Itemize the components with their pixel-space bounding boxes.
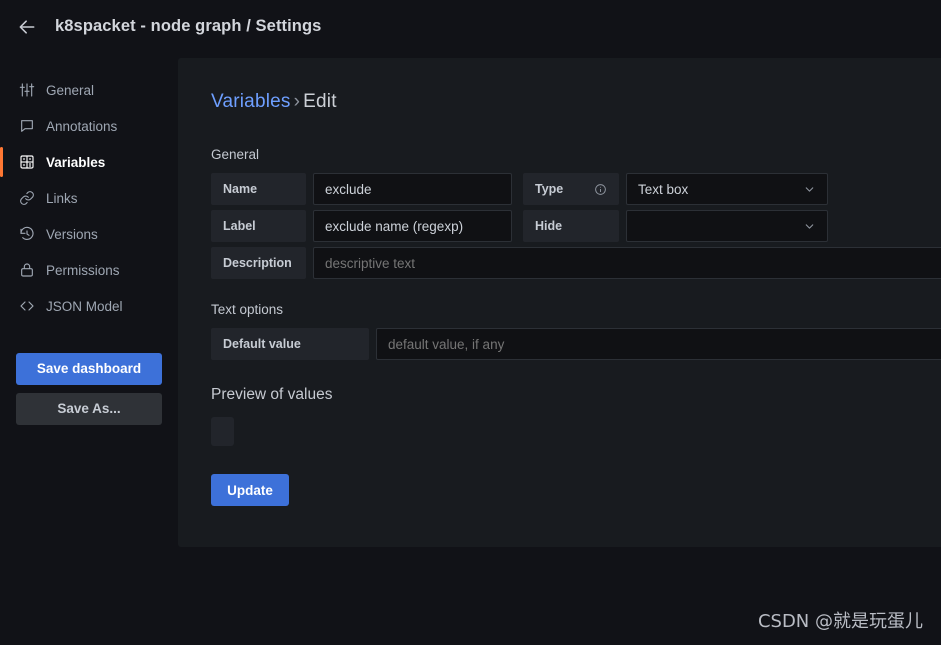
breadcrumb-separator: › — [293, 91, 301, 112]
description-input[interactable] — [313, 247, 941, 279]
arrow-left-icon — [17, 17, 37, 37]
type-label-text: Type — [535, 182, 564, 196]
text-options-section-title: Text options — [211, 302, 284, 317]
sidebar-item-label: Variables — [46, 154, 106, 170]
preview-of-values-title: Preview of values — [211, 386, 333, 403]
label-input[interactable] — [313, 210, 512, 242]
default-value-input[interactable] — [376, 328, 941, 360]
general-section-title: General — [211, 147, 260, 162]
description-field-label: Description — [211, 247, 306, 279]
link-icon — [18, 190, 35, 207]
description-field: Description — [211, 247, 941, 279]
chevron-down-icon — [803, 220, 816, 233]
breadcrumb-current: Edit — [303, 91, 337, 112]
settings-sidebar: General Annotations Variables Links Vers… — [0, 53, 178, 645]
calculator-icon — [18, 154, 35, 171]
form-row-default-value: Default value — [211, 328, 941, 360]
sidebar-item-general[interactable]: General — [0, 72, 178, 108]
sidebar-item-label: Versions — [46, 226, 98, 242]
sidebar-item-annotations[interactable]: Annotations — [0, 108, 178, 144]
name-field: Name — [211, 173, 512, 205]
hide-select[interactable] — [626, 210, 828, 242]
type-select[interactable]: Text box — [626, 173, 828, 205]
chevron-down-icon — [803, 183, 816, 196]
hide-field-label: Hide — [523, 210, 619, 242]
save-dashboard-button[interactable]: Save dashboard — [16, 353, 162, 385]
update-button[interactable]: Update — [211, 474, 289, 506]
form-row-description: Description — [211, 247, 941, 279]
type-field: Type Text box — [523, 173, 828, 205]
save-as-button[interactable]: Save As... — [16, 393, 162, 425]
settings-content-panel: Variables›Edit General Name Type — [178, 58, 941, 547]
sidebar-item-label: General — [46, 82, 95, 98]
lock-icon — [18, 262, 35, 279]
code-icon — [18, 298, 35, 315]
type-select-value: Text box — [638, 181, 689, 197]
default-value-field: Default value — [211, 328, 941, 360]
type-field-label: Type — [523, 173, 619, 205]
grafana-dashboard-settings: k8spacket - node graph / Settings Genera… — [0, 0, 941, 645]
form-row-name-type: Name Type Text box — [211, 173, 941, 205]
default-value-field-label: Default value — [211, 328, 369, 360]
history-icon — [18, 226, 35, 243]
sliders-icon — [18, 82, 35, 99]
sidebar-item-label: Permissions — [46, 262, 120, 278]
app-header: k8spacket - node graph / Settings — [0, 0, 941, 53]
sidebar-item-variables[interactable]: Variables — [0, 144, 178, 180]
form-row-label-hide: Label Hide — [211, 210, 941, 242]
info-circle-icon[interactable] — [594, 183, 607, 196]
sidebar-item-json-model[interactable]: JSON Model — [0, 288, 178, 324]
name-field-label: Name — [211, 173, 306, 205]
page-title: k8spacket - node graph / Settings — [55, 17, 322, 35]
sidebar-actions: Save dashboard Save As... — [0, 353, 178, 425]
sidebar-item-label: Annotations — [46, 118, 118, 134]
breadcrumb: Variables › Edit — [211, 91, 941, 113]
breadcrumb-variables-link[interactable]: Variables — [211, 91, 291, 112]
label-field-label: Label — [211, 210, 306, 242]
sidebar-item-label: JSON Model — [46, 298, 123, 314]
comment-icon — [18, 118, 35, 135]
sidebar-item-label: Links — [46, 190, 78, 206]
hide-field: Hide — [523, 210, 828, 242]
back-button[interactable] — [12, 12, 42, 42]
label-field: Label — [211, 210, 512, 242]
name-input[interactable] — [313, 173, 512, 205]
sidebar-item-links[interactable]: Links — [0, 180, 178, 216]
watermark: CSDN @就是玩蛋儿 — [757, 611, 923, 632]
sidebar-item-permissions[interactable]: Permissions — [0, 252, 178, 288]
sidebar-item-versions[interactable]: Versions — [0, 216, 178, 252]
preview-value-chip — [211, 417, 234, 446]
